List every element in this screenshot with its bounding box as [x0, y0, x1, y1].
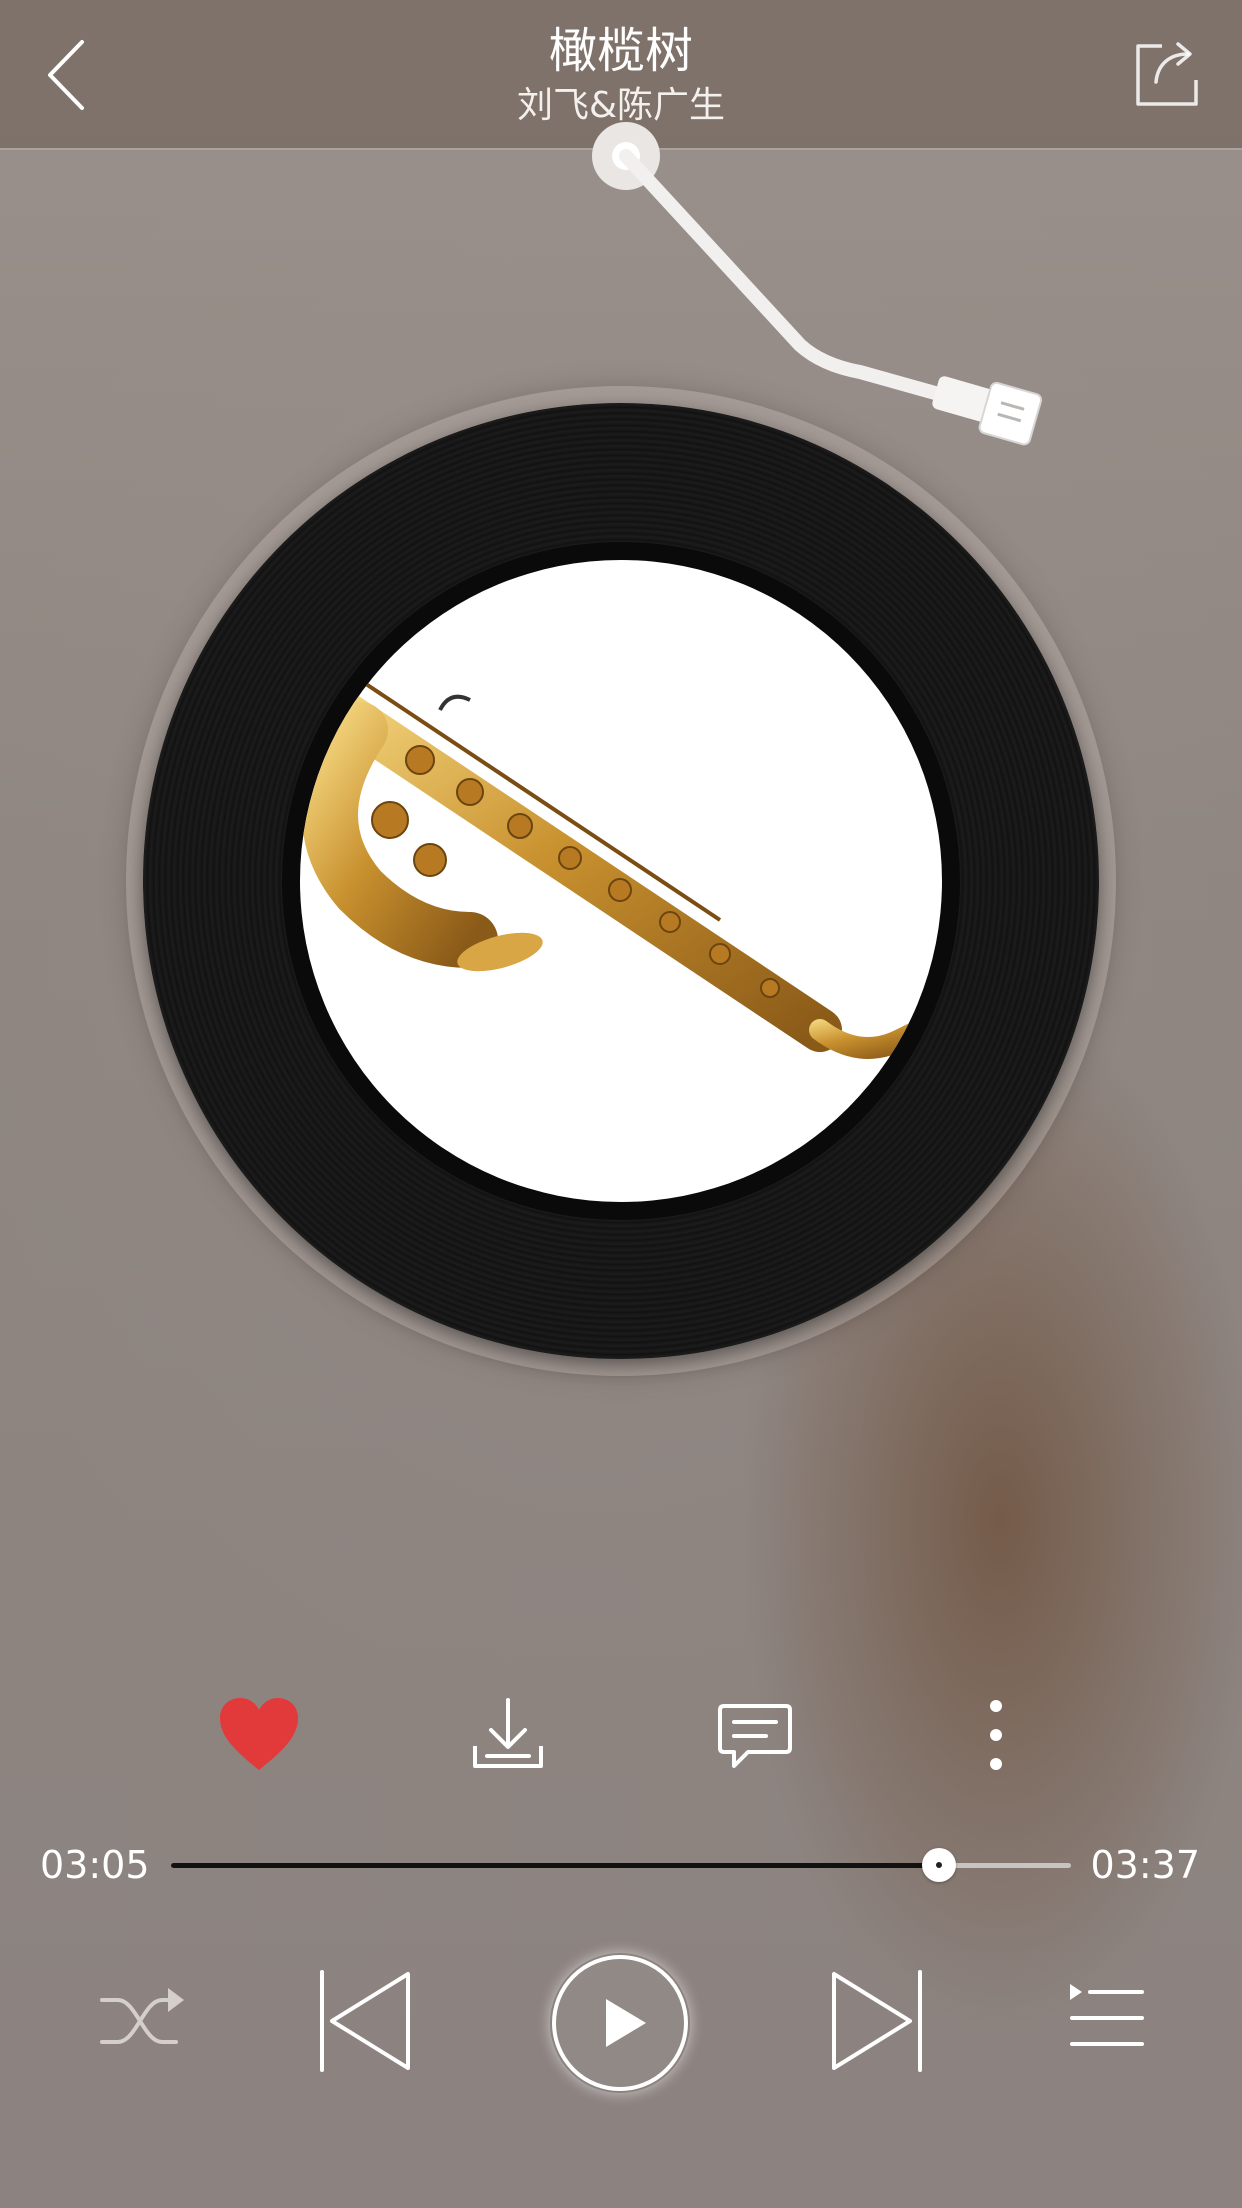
song-title: 橄榄树	[548, 23, 693, 79]
next-button[interactable]	[826, 1966, 926, 2076]
current-time: 03:05	[40, 1843, 150, 1887]
share-icon	[1136, 42, 1198, 106]
saxophone-image	[302, 678, 942, 1059]
previous-button[interactable]	[316, 1966, 416, 2076]
share-button[interactable]	[1132, 36, 1202, 112]
comment-button[interactable]	[710, 1690, 800, 1780]
total-time: 03:37	[1090, 1843, 1200, 1887]
more-vertical-icon	[990, 1700, 1002, 1770]
like-button[interactable]	[214, 1690, 304, 1780]
playlist-button[interactable]	[1066, 1980, 1146, 2060]
album-cover	[300, 560, 942, 1202]
download-button[interactable]	[463, 1690, 553, 1780]
play-button[interactable]	[550, 1953, 690, 2093]
playlist-icon	[1070, 1984, 1144, 2046]
skip-next-icon	[832, 1970, 922, 2072]
heart-icon	[220, 1698, 298, 1770]
shuffle-button[interactable]	[96, 1976, 186, 2066]
tonearm	[592, 122, 1043, 446]
progress-bar[interactable]	[171, 1848, 1071, 1882]
skip-previous-icon	[320, 1970, 410, 2072]
more-button[interactable]	[951, 1690, 1041, 1780]
download-icon	[473, 1698, 543, 1768]
play-icon	[552, 1955, 688, 2091]
progress-handle[interactable]	[921, 1848, 956, 1882]
comment-icon	[718, 1704, 792, 1768]
shuffle-icon	[100, 1988, 184, 2044]
progress-played	[171, 1863, 939, 1868]
